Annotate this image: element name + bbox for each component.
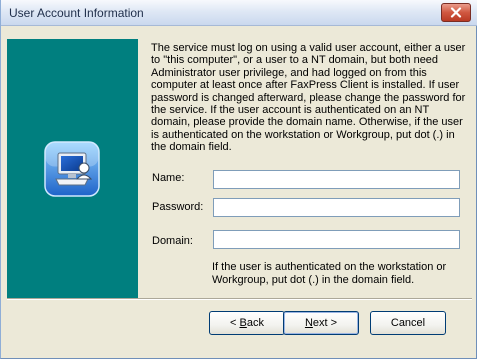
cancel-button[interactable]: Cancel <box>370 311 446 335</box>
domain-field[interactable] <box>213 230 460 249</box>
separator <box>7 298 472 300</box>
password-label: Password: <box>152 201 204 213</box>
domain-hint: If the user is authenticated on the work… <box>212 261 447 286</box>
next-button-label: ext > <box>312 317 338 329</box>
close-button[interactable] <box>441 3 471 22</box>
back-button[interactable]: < Back <box>209 311 285 335</box>
side-banner <box>7 39 138 299</box>
cancel-button-label: Cancel <box>390 317 426 329</box>
dialog-window: User Account Information The service mus… <box>0 0 477 359</box>
title-bar[interactable]: User Account Information <box>1 0 477 26</box>
back-button-label: ack <box>246 317 264 329</box>
domain-label: Domain: <box>152 235 193 247</box>
close-icon <box>450 7 462 18</box>
next-button[interactable]: Next > <box>283 311 359 335</box>
window-title: User Account Information <box>9 6 144 20</box>
dialog-content: The service must log on using a valid us… <box>5 27 474 355</box>
password-field[interactable] <box>213 198 460 217</box>
back-button-mnemonic: B <box>239 317 247 329</box>
computer-user-icon <box>44 141 100 197</box>
next-button-mnemonic: N <box>304 317 313 329</box>
back-button-prefix: < <box>230 317 240 329</box>
name-field[interactable] <box>213 170 460 189</box>
name-label: Name: <box>152 172 185 184</box>
service-logon-description: The service must log on using a valid us… <box>151 42 466 154</box>
